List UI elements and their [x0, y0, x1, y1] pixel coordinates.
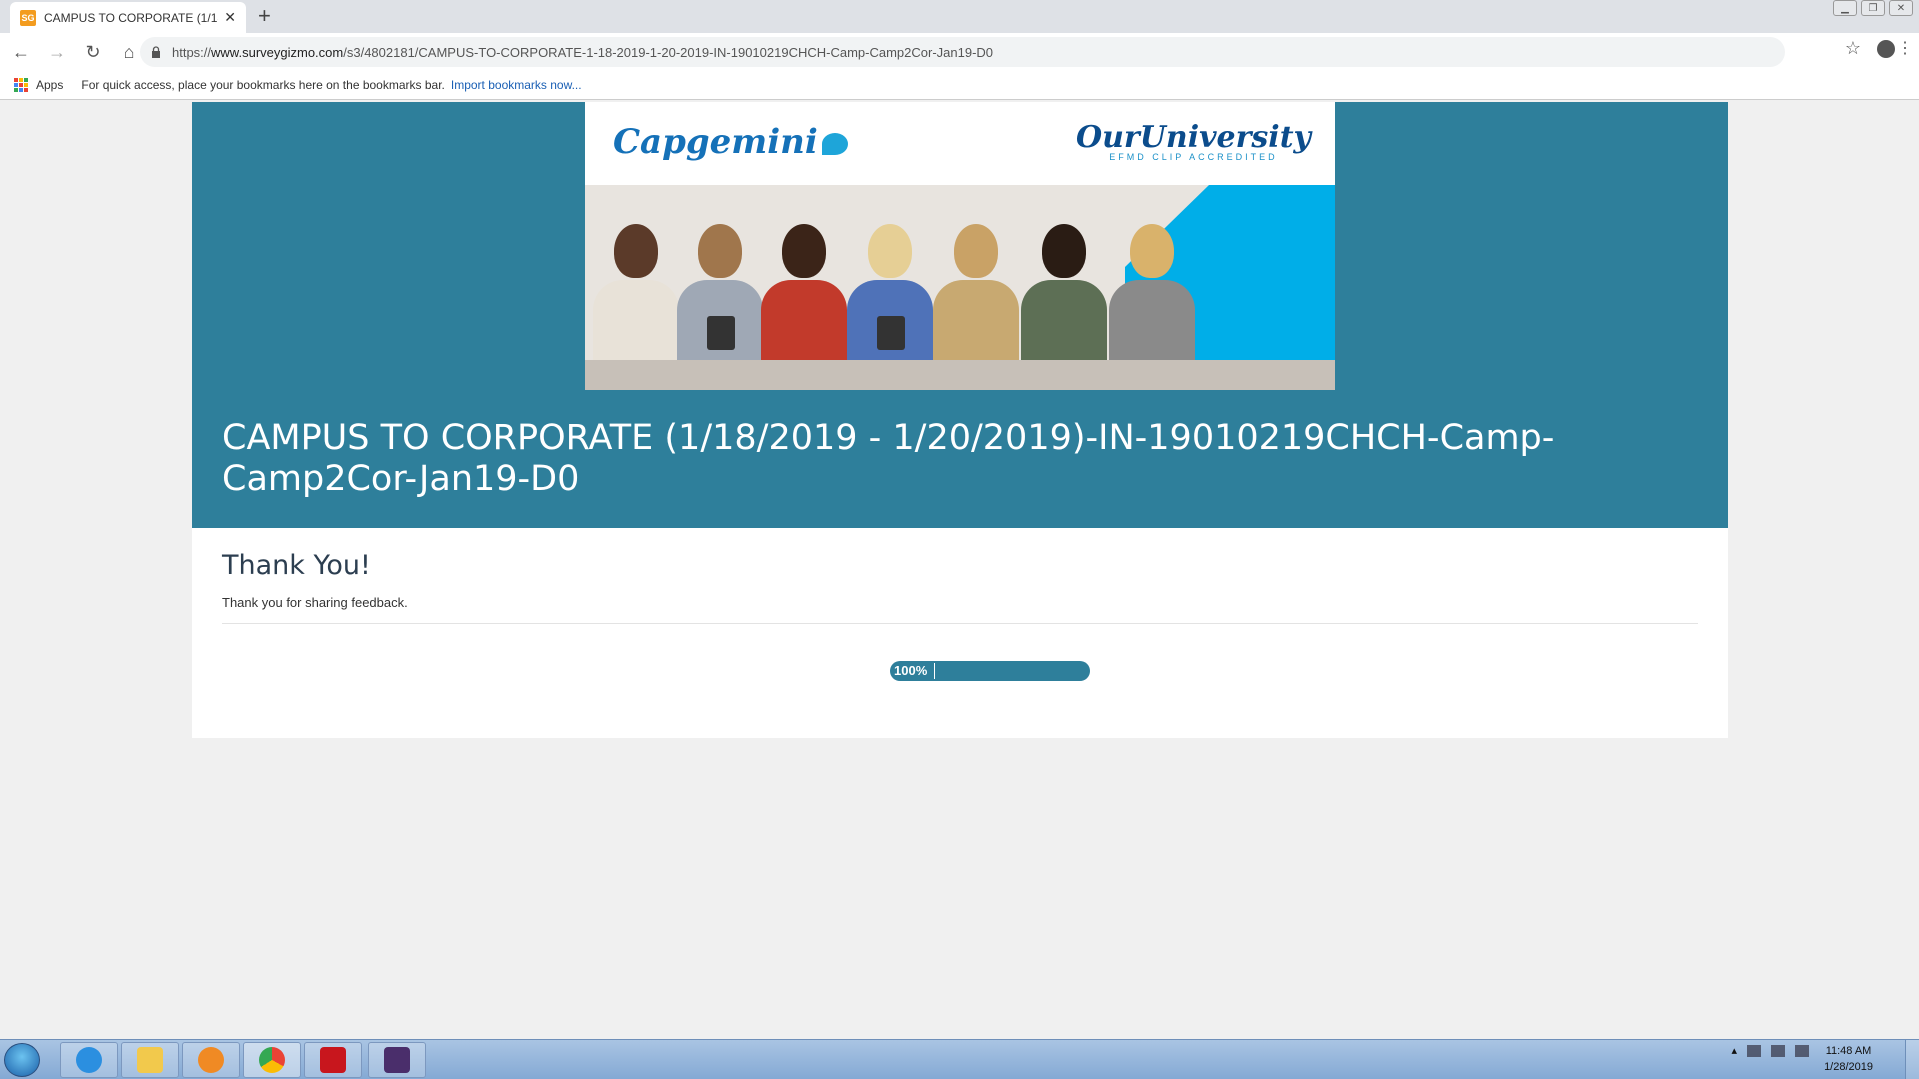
thank-you-heading: Thank You! — [222, 550, 371, 581]
apps-label[interactable]: Apps — [36, 78, 63, 92]
close-window-icon[interactable]: ✕ — [1889, 0, 1913, 16]
capgemini-logo: Capgemini — [613, 122, 848, 162]
divider — [222, 623, 1698, 624]
survey-title: CAMPUS TO CORPORATE (1/18/2019 - 1/20/20… — [222, 418, 1555, 499]
surveygizmo-favicon-icon: SG — [20, 9, 36, 26]
new-tab-button[interactable]: + — [258, 5, 271, 27]
file-explorer-icon[interactable] — [121, 1042, 179, 1078]
minimize-icon[interactable]: ▁ — [1833, 0, 1857, 16]
reload-icon[interactable]: ↻ — [78, 37, 108, 67]
start-button-icon[interactable] — [4, 1043, 40, 1077]
ouruniversity-logo-text: OurUniversity — [1075, 120, 1311, 155]
media-player-icon[interactable] — [182, 1042, 240, 1078]
lock-icon — [152, 46, 160, 58]
photo-bench — [585, 360, 1335, 390]
url-host: www.surveygizmo.com — [211, 44, 344, 60]
tab-close-icon[interactable]: ✕ — [224, 9, 236, 26]
apps-grid-icon[interactable] — [14, 78, 28, 92]
restore-icon[interactable]: ❐ — [1861, 0, 1885, 16]
internet-explorer-icon[interactable] — [60, 1042, 118, 1078]
window-controls: ▁ ❐ ✕ — [1833, 0, 1913, 16]
progress-bar: 100% — [890, 661, 1090, 681]
header-banner: Capgemini OurUniversity EFMD CLIP ACCRED… — [585, 102, 1335, 390]
java-ide-icon[interactable] — [368, 1042, 426, 1078]
url-text: https://www.surveygizmo.com/s3/4802181/C… — [172, 45, 993, 60]
system-tray: ▴ — [1731, 1044, 1809, 1057]
clock-time: 11:48 AM — [1825, 1045, 1872, 1057]
bookmark-star-icon[interactable]: ☆ — [1845, 38, 1861, 59]
bookmarks-hint: For quick access, place your bookmarks h… — [81, 78, 445, 92]
acrobat-icon[interactable] — [304, 1042, 362, 1078]
menu-dots-icon[interactable]: ⋮ — [1897, 38, 1913, 58]
network-icon[interactable] — [1771, 1044, 1785, 1057]
volume-icon[interactable] — [1795, 1044, 1809, 1057]
spade-icon — [821, 133, 848, 155]
thank-you-section: Thank You! Thank you for sharing feedbac… — [222, 550, 1698, 681]
url-prefix: https:// — [172, 44, 212, 60]
survey-container: Capgemini OurUniversity EFMD CLIP ACCRED… — [192, 102, 1728, 738]
flag-icon[interactable] — [1747, 1044, 1761, 1057]
ouruniversity-logo-subtitle: EFMD CLIP ACCREDITED — [1109, 152, 1278, 162]
taskbar: ▴ 11:48 AM 1/28/2019 — [0, 1039, 1919, 1079]
import-bookmarks-link[interactable]: Import bookmarks now... — [451, 78, 582, 92]
browser-toolbar: ← → ↻ ⌂ https://www.surveygizmo.com/s3/4… — [0, 33, 1919, 71]
progress-separator — [934, 663, 935, 679]
chrome-icon[interactable] — [243, 1042, 301, 1078]
show-desktop-button[interactable] — [1905, 1040, 1919, 1079]
survey-header: Capgemini OurUniversity EFMD CLIP ACCRED… — [192, 102, 1728, 528]
ouruniversity-logo: OurUniversity EFMD CLIP ACCREDITED — [1075, 120, 1311, 163]
banner-photo — [585, 185, 1335, 390]
browser-tab[interactable]: SG CAMPUS TO CORPORATE (1/18/2019 - 1/20… — [10, 2, 246, 33]
capgemini-logo-text: Capgemini — [613, 122, 818, 162]
bookmarks-bar: Apps For quick access, place your bookma… — [0, 71, 1919, 100]
banner-logos: Capgemini OurUniversity EFMD CLIP ACCRED… — [585, 102, 1335, 185]
progress-label: 100% — [894, 663, 928, 678]
url-path: /s3/4802181/CAMPUS-TO-CORPORATE-1-18-201… — [343, 44, 994, 60]
tab-strip: SG CAMPUS TO CORPORATE (1/18/2019 - 1/20… — [0, 0, 1919, 33]
back-arrow-icon[interactable]: ← — [6, 37, 36, 67]
address-bar[interactable]: https://www.surveygizmo.com/s3/4802181/C… — [140, 37, 1785, 67]
profile-avatar-icon[interactable] — [1877, 40, 1895, 58]
tab-title: CAMPUS TO CORPORATE (1/18/2019 - 1/20/20… — [44, 10, 218, 25]
clock-date: 1/28/2019 — [1824, 1061, 1873, 1073]
tray-expand-icon[interactable]: ▴ — [1731, 1044, 1737, 1057]
thank-you-message: Thank you for sharing feedback. — [222, 595, 408, 610]
clock[interactable]: 11:48 AM 1/28/2019 — [1824, 1043, 1873, 1075]
forward-arrow-icon[interactable]: → — [42, 37, 72, 67]
